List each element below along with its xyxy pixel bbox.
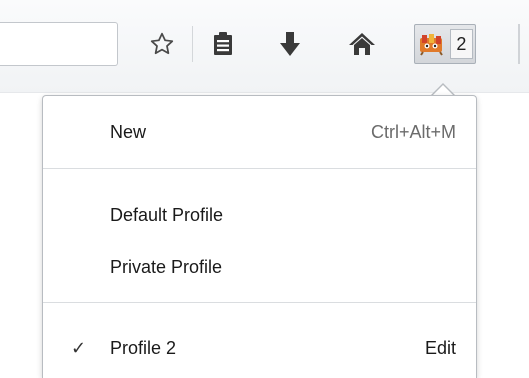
- clipboard-list-icon: [212, 31, 234, 57]
- menu-item-label: Private Profile: [110, 257, 223, 277]
- bookmark-star-button[interactable]: [142, 22, 182, 66]
- menu-item-private-profile[interactable]: Private Profile: [43, 250, 476, 284]
- profile-count-badge: 2: [449, 29, 473, 59]
- profile-avatar-icon: [415, 25, 450, 63]
- url-input[interactable]: [0, 22, 118, 66]
- menu-item-new[interactable]: New Ctrl+Alt+M: [43, 115, 476, 149]
- menu-item-default-profile[interactable]: Default Profile: [43, 198, 476, 232]
- reading-list-button[interactable]: [203, 22, 243, 66]
- star-icon: [149, 31, 175, 57]
- toolbar-edge-separator: [518, 24, 520, 64]
- download-arrow-icon: [279, 31, 301, 57]
- edit-profile-link[interactable]: Edit: [425, 338, 456, 359]
- home-button[interactable]: [340, 22, 384, 66]
- menu-separator: [43, 302, 476, 303]
- checkmark-icon: ✓: [71, 338, 87, 358]
- menu-item-shortcut: Ctrl+Alt+M: [370, 122, 456, 142]
- menu-item-label: Profile 2: [110, 338, 177, 358]
- menu-item-label: New: [110, 122, 147, 142]
- menu-item-label: Default Profile: [110, 205, 224, 225]
- downloads-button[interactable]: [270, 22, 310, 66]
- menu-item-current-profile[interactable]: ✓ Profile 2 Edit: [43, 331, 476, 365]
- profile-switcher-button[interactable]: 2: [414, 24, 476, 64]
- menu-separator: [43, 168, 476, 169]
- browser-toolbar: 2: [0, 0, 529, 93]
- profile-menu: New Ctrl+Alt+M Default Profile Private P…: [42, 95, 477, 378]
- toolbar-separator: [192, 26, 193, 62]
- home-icon: [348, 31, 376, 57]
